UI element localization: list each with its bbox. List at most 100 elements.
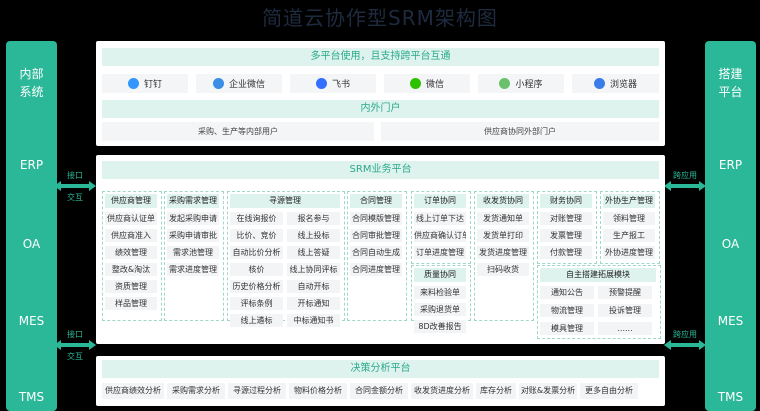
module-item[interactable]: 发起采购申请 (167, 212, 219, 225)
module-item[interactable]: 领料管理 (603, 212, 655, 225)
decision-analysis-panel: 决策分析平台 供应商绩效分析 采购需求分析 寻源过程分析 物料价格分析 合同金额分析 收发… (96, 356, 665, 406)
module-title: 合同管理 (350, 194, 402, 208)
platform-browser[interactable]: 浏览器 (572, 74, 659, 93)
analysis-item[interactable]: 供应商绩效分析 (102, 383, 164, 399)
module-item[interactable]: 发货进度管理 (477, 246, 529, 259)
module-item[interactable]: 整改&淘汰 (105, 263, 157, 276)
portal-header: 内外门户 (102, 100, 659, 118)
module-item[interactable]: 评标条例 (230, 297, 283, 310)
supplier-external-portal[interactable]: 供应商协同外部门户 (381, 122, 659, 141)
module-item[interactable]: 发货通知单 (477, 212, 529, 225)
analysis-item[interactable]: 库存分析 (476, 383, 516, 399)
module-item[interactable]: ...... (598, 322, 652, 335)
module-item[interactable]: 生产报工 (603, 229, 655, 242)
module-item[interactable]: 对账管理 (540, 212, 592, 225)
sidebar-item-erp: ERP (19, 158, 44, 172)
platform-label: 小程序 (515, 80, 543, 90)
module-item[interactable]: 通知公告 (540, 286, 594, 299)
module-item[interactable]: 投诉管理 (598, 304, 652, 317)
module-item[interactable]: 需求进度管理 (167, 263, 219, 276)
internal-users-portal[interactable]: 采购、生产等内部用户 (102, 122, 374, 141)
module-item[interactable]: 扫码收货 (477, 263, 529, 276)
module-item[interactable]: 在线询报价 (230, 212, 283, 225)
module-item[interactable]: 报名参与 (287, 212, 340, 225)
module-item[interactable]: 8D改善报告 (414, 320, 466, 333)
module-item[interactable]: 线上答疑 (287, 246, 340, 259)
module-item[interactable]: 发票管理 (540, 229, 592, 242)
module-item[interactable]: 供应商确认订单 (414, 229, 466, 242)
platform-dingtalk[interactable]: 钉钉 (102, 74, 188, 93)
module-4: 合同管理合同模版管理 合同审批管理 合同自动生成 合同进度管理 (347, 191, 407, 321)
platform-miniprogram[interactable]: 小程序 (478, 74, 564, 93)
module-item[interactable]: 自动比价分析 (230, 246, 283, 259)
module-item[interactable]: 预警提醒 (598, 286, 652, 299)
analysis-item[interactable]: 更多自由分析 (580, 383, 638, 399)
module-item[interactable]: 线上订单下达 (414, 212, 466, 225)
module-item[interactable]: 线上遴标 (230, 314, 283, 327)
sidebar-title-line1: 内部 (19, 67, 44, 81)
module-item[interactable]: 历史价格分析 (230, 280, 283, 293)
module-item[interactable]: 来料检验单 (414, 286, 466, 299)
module-title: 外协生产管理 (603, 194, 655, 208)
module-item[interactable]: 付款管理 (540, 246, 592, 259)
analysis-item[interactable]: 合同金额分析 (350, 383, 408, 399)
analysis-item[interactable]: 对账&发票分析 (519, 383, 577, 399)
module-item[interactable]: 绩效管理 (105, 246, 157, 259)
sidebar-title-line1: 搭建 (718, 67, 743, 81)
platform-label: 微信 (425, 80, 444, 90)
module-8: 财务协同 对账管理 发票管理 付款管理 (537, 191, 597, 264)
module-item[interactable]: 合同模版管理 (350, 212, 402, 225)
module-item[interactable]: 供应商准入 (105, 229, 157, 242)
internal-systems-sidebar: 内部 系统 ERP OA MES TMS (6, 41, 57, 411)
module-item[interactable]: 采购退货单 (414, 303, 466, 316)
platform-wechat[interactable]: 微信 (384, 74, 470, 93)
module-item[interactable]: 供应商认证单 (105, 212, 157, 225)
analysis-item[interactable]: 收发货进度分析 (411, 383, 473, 399)
module-item[interactable]: 资质管理 (105, 280, 157, 293)
module-item[interactable]: 外协进度管理 (603, 246, 655, 259)
business-platform-header: SRM业务平台 (102, 161, 659, 179)
module-5: 订单协同线上订单下达 供应商确认订单 订单进度管理 (411, 191, 471, 264)
module-item[interactable]: 合同进度管理 (350, 263, 402, 276)
module-7: 收发货协同 发货通知单 发货单打印 发货进度管理 扫码收货 (474, 191, 534, 321)
double-arrow-icon (664, 340, 706, 350)
interface-connector-bottom-left: 接口 交互 (51, 330, 99, 361)
module-6: 质量协同 来料检验单 采购退货单 8D改善报告 (411, 265, 471, 333)
sidebar-item-mes: MES (717, 314, 744, 328)
module-item[interactable]: 核价 (230, 263, 283, 276)
module-item[interactable]: 样品管理 (105, 297, 157, 310)
module-title: 订单协同 (414, 194, 466, 208)
platform-label: 钉钉 (143, 80, 162, 90)
browser-icon (593, 78, 605, 89)
module-item[interactable]: 开标通知 (287, 297, 340, 310)
module-item[interactable]: 中标通知书 (287, 314, 340, 327)
feishu-icon (315, 78, 327, 89)
connector-label: 交互 (67, 352, 83, 361)
module-item[interactable]: 合同自动生成 (350, 246, 402, 259)
analysis-item[interactable]: 寻源过程分析 (228, 383, 286, 399)
connector-label: 交互 (67, 193, 83, 202)
module-item[interactable]: 订单进度管理 (414, 246, 466, 259)
analysis-item[interactable]: 物料价格分析 (289, 383, 347, 399)
module-item[interactable]: 线上投标 (287, 229, 340, 242)
module-item[interactable]: 合同审批管理 (350, 229, 402, 242)
module-item[interactable]: 发货单打印 (477, 229, 529, 242)
module-title: 寻源管理 (230, 194, 340, 208)
analysis-item[interactable]: 采购需求分析 (167, 383, 225, 399)
platform-label: 飞书 (331, 80, 350, 90)
connector-label: 接口 (67, 171, 83, 180)
module-item[interactable]: 模具管理 (540, 322, 594, 335)
module-item[interactable]: 自动开标 (287, 280, 340, 293)
double-arrow-icon (664, 181, 706, 191)
module-2: 采购需求管理 发起采购申请 采购申请审批 需求池管理 需求进度管理 (164, 191, 224, 321)
multi-platform-header: 多平台使用，且支持跨平台互通 (102, 48, 659, 66)
platform-wecom[interactable]: 企业微信 (196, 74, 282, 93)
page-title: 简道云协作型SRM架构图 (262, 6, 498, 30)
module-item[interactable]: 需求池管理 (167, 246, 219, 259)
module-item[interactable]: 比价、竞价 (230, 229, 283, 242)
module-item[interactable]: 线上协同评标 (287, 263, 340, 276)
module-item[interactable]: 物流管理 (540, 304, 594, 317)
module-1: 供应商管理 供应商认证单 供应商准入 绩效管理 整改&淘汰 资质管理 样品管理 (102, 191, 162, 321)
module-item[interactable]: 采购申请审批 (167, 229, 219, 242)
platform-feishu[interactable]: 飞书 (290, 74, 376, 93)
